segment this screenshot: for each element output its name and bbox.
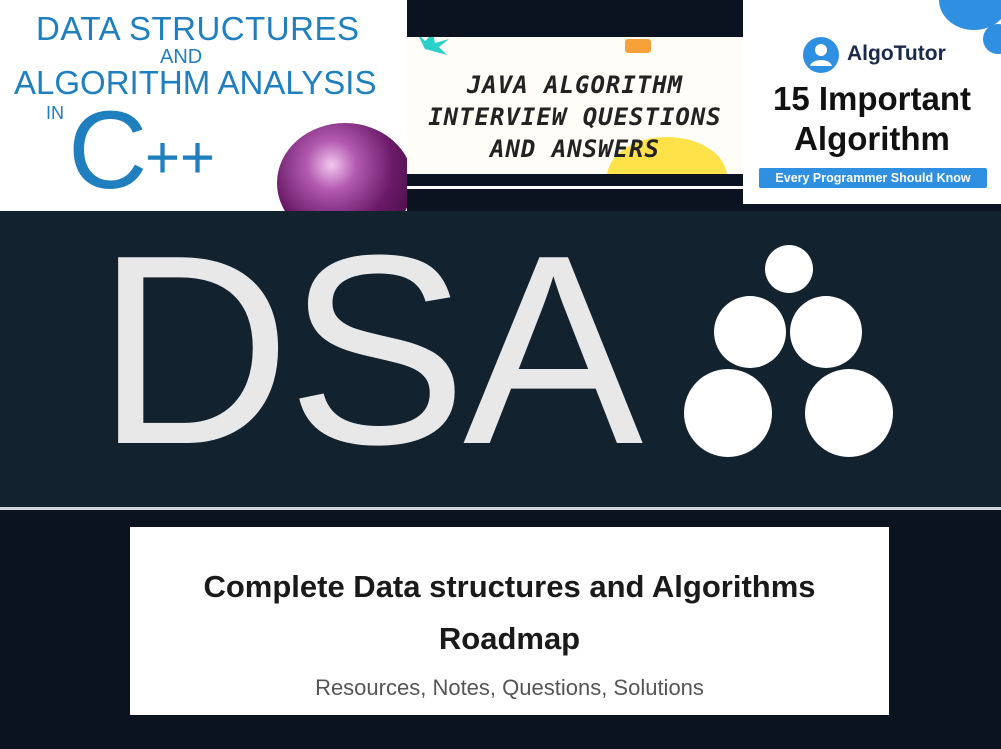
heading-line1: 15 Important xyxy=(772,80,972,117)
java-title-line1: JAVA ALGORITHM xyxy=(466,71,684,99)
banner-separator xyxy=(0,507,1001,510)
circle-bottom-right xyxy=(805,369,893,457)
roadmap-title: Complete Data structures and Algorithms … xyxy=(130,565,889,661)
java-banner-thumbnail[interactable]: JAVA ALGORITHM INTERVIEW QUESTIONS AND A… xyxy=(407,0,743,193)
decoration-box xyxy=(625,39,651,53)
dsa-banner[interactable]: DSA xyxy=(0,211,1001,507)
roadmap-title-line2: Roadmap xyxy=(438,621,581,656)
decoration-bubble xyxy=(983,24,1001,54)
circle-bottom-left xyxy=(684,369,772,457)
java-title-line2: INTERVIEW QUESTIONS xyxy=(428,103,722,131)
book-lang-plusplus: ++ xyxy=(145,124,216,191)
algotutor-thumbnail[interactable]: AlgoTutor 15 Important Algorithm Every P… xyxy=(743,0,1001,204)
divider xyxy=(407,186,743,189)
brand-name: AlgoTutor xyxy=(847,42,946,65)
roadmap-subtitle: Resources, Notes, Questions, Solutions xyxy=(315,675,704,700)
book-lang-c: C xyxy=(68,89,148,211)
book-title-line1: DATA STRUCTURES xyxy=(36,10,360,47)
circle-mid-left xyxy=(714,296,786,368)
dsa-wordmark: DSA xyxy=(96,211,643,501)
user-logo-icon xyxy=(803,37,839,73)
circle-top xyxy=(765,245,813,293)
heading-line2: Algorithm xyxy=(794,120,950,157)
book-cover-thumbnail[interactable]: DATA STRUCTURES AND ALGORITHM ANALYSIS I… xyxy=(0,0,407,211)
book-title-line4: IN xyxy=(46,103,64,123)
tagline: Every Programmer Should Know xyxy=(759,168,987,188)
circle-mid-right xyxy=(790,296,862,368)
sparkle-icon xyxy=(419,37,449,55)
roadmap-card[interactable]: Complete Data structures and Algorithms … xyxy=(130,527,889,715)
java-title-line3: AND ANSWERS xyxy=(490,135,660,163)
purple-sphere-image xyxy=(277,123,407,211)
java-banner-panel: JAVA ALGORITHM INTERVIEW QUESTIONS AND A… xyxy=(407,37,743,174)
roadmap-title-line1: Complete Data structures and Algorithms xyxy=(203,569,816,604)
